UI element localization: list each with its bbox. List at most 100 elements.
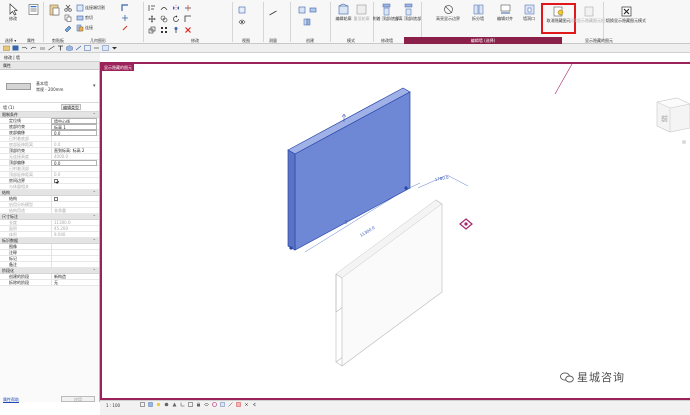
sun-path-icon[interactable] <box>156 402 161 407</box>
copy-tool-icon[interactable] <box>160 15 168 23</box>
save-icon[interactable] <box>12 45 19 51</box>
mirror-icon[interactable] <box>172 4 180 12</box>
temp-hide-icon[interactable] <box>204 402 209 407</box>
scene-svg: 11300.0 1780.0 前 <box>287 64 690 367</box>
separator <box>143 2 144 42</box>
visual-style-icon[interactable] <box>148 402 153 407</box>
offset-icon[interactable] <box>160 4 168 12</box>
text-icon[interactable] <box>57 45 64 51</box>
switch-windows-icon[interactable] <box>102 45 109 51</box>
create-similar-icon[interactable] <box>309 6 317 14</box>
edit-profile-label: 编辑轮廓 <box>335 16 352 21</box>
match-properties-icon[interactable] <box>64 24 72 32</box>
close-hidden-icon[interactable] <box>93 45 100 51</box>
toggle-reveal-hidden-button[interactable]: 切换显示隐藏图元模式 <box>606 5 646 23</box>
array-icon[interactable] <box>160 26 168 34</box>
join-label[interactable]: 连接 <box>85 25 93 31</box>
dimension-width-label[interactable]: 1780.0 <box>434 175 449 182</box>
print-icon[interactable] <box>39 45 46 51</box>
rotate-icon[interactable] <box>172 15 180 23</box>
scale-icon[interactable] <box>148 26 156 34</box>
connect-cut-label[interactable]: 连接端切割 <box>85 5 105 11</box>
measure-qa-icon[interactable] <box>48 45 55 51</box>
reveal-hidden-icon[interactable] <box>212 402 217 407</box>
show-crop-icon[interactable] <box>188 402 193 407</box>
properties-help-link[interactable]: 属性帮助 <box>3 397 19 403</box>
cut-geometry-icon[interactable] <box>76 14 84 22</box>
highlight-displacement-icon[interactable] <box>236 402 241 407</box>
edit-align-icon <box>500 4 510 14</box>
measure-icon[interactable] <box>269 9 277 17</box>
move-icon[interactable] <box>148 15 156 23</box>
property-name: 拆除的阶段 <box>9 280 29 285</box>
shadows-icon[interactable] <box>164 402 169 407</box>
wall-opening-button[interactable]: 墙洞口 <box>519 3 539 21</box>
paint-icon[interactable] <box>121 24 129 32</box>
align-icon[interactable] <box>148 4 156 12</box>
section-icon[interactable] <box>75 45 82 51</box>
checked-checkbox[interactable] <box>54 179 58 183</box>
instance-filter[interactable]: 墙 (1) <box>3 105 14 111</box>
edit-align-button[interactable]: 编辑对齐 <box>494 3 516 21</box>
dropdown-icon[interactable] <box>111 45 118 51</box>
cope-icon[interactable] <box>76 4 84 12</box>
reset-profile-button[interactable]: 重设轮廓 <box>353 3 370 21</box>
edit-family-button[interactable]: 编辑轮廓 <box>335 3 352 21</box>
join-icon[interactable] <box>76 24 84 32</box>
crop-icon[interactable] <box>180 402 185 407</box>
3d-view-icon[interactable] <box>66 45 73 51</box>
thin-lines-icon[interactable] <box>84 45 91 51</box>
detach-top-base-button[interactable]: 分离 顶部/底部 <box>395 3 421 21</box>
separator <box>232 2 233 42</box>
open-icon[interactable] <box>3 45 10 51</box>
property-value[interactable]: 无 <box>51 280 97 286</box>
split-icon[interactable] <box>184 4 192 12</box>
undo-icon[interactable] <box>21 45 28 51</box>
type-selector[interactable]: 基本墙 常规 - 200mm ▾ <box>0 70 99 103</box>
trim-icon[interactable] <box>184 15 192 23</box>
view-icon[interactable] <box>238 6 246 14</box>
create-group-icon[interactable] <box>298 6 306 14</box>
split-face-icon[interactable] <box>121 14 129 22</box>
unchecked-checkbox[interactable] <box>54 197 58 201</box>
wall-joins-icon[interactable] <box>121 4 129 12</box>
type-dropdown-icon[interactable]: ▾ <box>93 83 96 89</box>
component-marker[interactable] <box>459 218 473 230</box>
redo-icon[interactable] <box>30 45 37 51</box>
copy-icon[interactable] <box>64 14 72 22</box>
orbit-indicator-icon[interactable] <box>682 140 686 144</box>
cut-icon[interactable] <box>64 4 72 12</box>
detail-level-icon[interactable] <box>140 402 145 407</box>
highlight-boundary-button[interactable]: 高亮显示边界 <box>436 3 460 21</box>
3d-view-canvas[interactable]: 显示隐藏的图元 11300.0 1780.0 前 <box>100 62 690 400</box>
delete-icon[interactable] <box>184 26 192 34</box>
pin-icon[interactable] <box>172 26 180 34</box>
properties-footer: 属性帮助 应用 <box>0 396 100 403</box>
analytical-icon[interactable] <box>228 402 233 407</box>
split-wall-icon <box>473 4 483 15</box>
detach-icon <box>404 3 412 16</box>
parts-icon[interactable] <box>303 18 311 26</box>
properties-button[interactable] <box>26 3 40 16</box>
split-wall-button[interactable]: 拆分墙 <box>466 3 490 21</box>
modify-button[interactable]: 修改 <box>3 3 23 21</box>
edit-type-button[interactable]: 编辑类型 <box>61 104 81 110</box>
constraints-icon[interactable] <box>244 402 249 407</box>
cut-label[interactable]: 剪切 <box>85 15 93 21</box>
unhide-category-button[interactable]: 切换显示隐藏图元模式 <box>569 5 609 23</box>
attach-top-base-button[interactable]: 附着 顶部/底部 <box>373 3 399 21</box>
selected-wall[interactable] <box>287 87 411 251</box>
edit-align-label: 编辑对齐 <box>497 16 513 21</box>
status-more-icon[interactable] <box>252 402 257 407</box>
apply-button[interactable]: 应用 <box>61 396 95 402</box>
paste-button[interactable] <box>47 3 61 16</box>
render-icon[interactable] <box>172 402 177 407</box>
worksharing-icon[interactable] <box>220 402 225 407</box>
view-scale[interactable]: 1 : 100 <box>106 403 120 408</box>
dimension-length-label[interactable]: 11300.0 <box>359 225 376 238</box>
view-control-bar: 1 : 100 <box>100 400 690 415</box>
lock-icon[interactable] <box>196 402 201 407</box>
property-group-name: 标识数据 <box>2 238 18 243</box>
view-cube[interactable]: 前 <box>656 97 690 133</box>
hide-icon[interactable] <box>238 18 246 26</box>
